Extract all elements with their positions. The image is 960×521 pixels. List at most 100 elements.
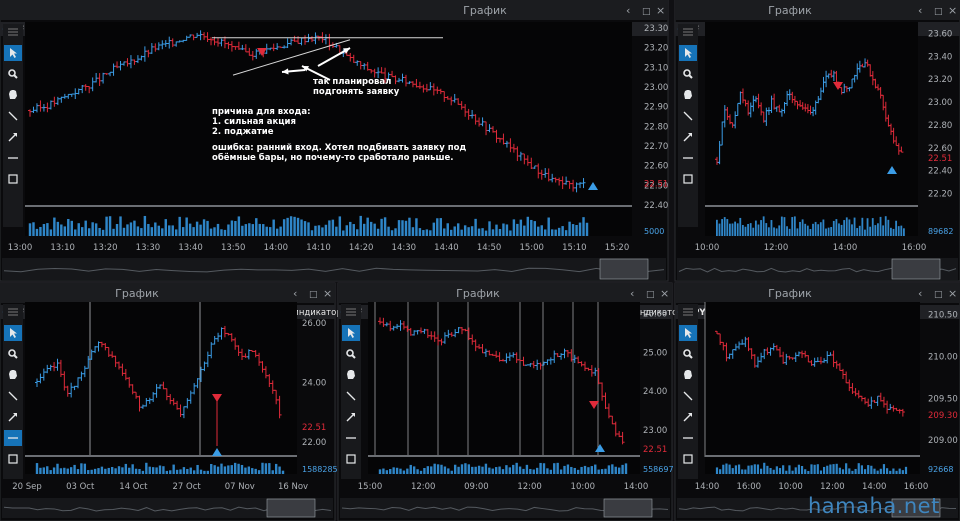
chart-panel-p1: График‹□×CF1 минутаБар+ Добавить индикат… <box>0 0 669 282</box>
volume-bar <box>822 466 826 474</box>
volume-bar <box>877 223 879 236</box>
maximize-icon[interactable]: □ <box>934 7 943 17</box>
close-icon[interactable]: × <box>948 287 957 300</box>
volume-bar <box>715 467 719 474</box>
volume-bar <box>467 227 470 236</box>
volume-bar <box>432 222 436 236</box>
x-tick-label: 12:00 <box>820 482 845 492</box>
back-icon[interactable]: ‹ <box>293 287 297 300</box>
maximize-icon[interactable]: □ <box>642 7 651 17</box>
volume-bar <box>467 464 471 474</box>
volume-scale-label: 92668 <box>928 465 953 474</box>
volume-bar <box>206 470 210 474</box>
volume-bar <box>126 224 129 236</box>
x-tick-label: 13:30 <box>136 243 161 253</box>
hand-pan-icon[interactable] <box>9 370 17 379</box>
volume-bar <box>202 219 206 236</box>
volume-bar <box>188 223 192 236</box>
volume-bar <box>804 223 807 236</box>
volume-bar <box>782 465 785 474</box>
volume-bar <box>230 220 234 236</box>
volume-bar <box>227 224 230 236</box>
volume-bar <box>749 223 752 236</box>
plot-area[interactable] <box>25 22 632 205</box>
volume-bar <box>394 228 397 236</box>
volume-bar <box>84 220 87 236</box>
volume-bar <box>216 223 220 236</box>
volume-bar <box>819 222 822 236</box>
volume-bar <box>744 469 747 474</box>
x-tick-label: 14:00 <box>833 243 858 253</box>
close-icon[interactable]: × <box>656 4 665 17</box>
x-tick-label: 14:00 <box>695 482 720 492</box>
volume-bar <box>145 462 148 474</box>
close-icon[interactable]: × <box>660 287 669 300</box>
x-tick-label: 12:00 <box>517 482 542 492</box>
volume-bar <box>804 469 807 474</box>
x-tick-label: 15:00 <box>519 243 544 253</box>
volume-bar <box>53 217 56 236</box>
hand-pan-icon[interactable] <box>684 90 692 99</box>
volume-bar <box>885 468 889 474</box>
volume-bar <box>271 470 274 474</box>
reason-note-title: причина для входа: <box>212 107 310 117</box>
x-tick-label: 10:00 <box>695 243 720 253</box>
x-tick-label: 27 Oct <box>172 482 201 492</box>
back-icon[interactable]: ‹ <box>918 287 922 300</box>
navigator-window[interactable] <box>266 498 316 518</box>
maximize-icon[interactable]: □ <box>646 290 655 300</box>
maximize-icon[interactable]: □ <box>309 290 318 300</box>
volume-bar <box>157 225 161 236</box>
volume-bar <box>317 225 321 236</box>
volume-bar <box>890 227 892 236</box>
volume-bar <box>143 215 147 236</box>
volume-bar <box>807 470 810 474</box>
volume-bar <box>164 219 167 236</box>
volume-bar <box>583 465 587 474</box>
volume-bar <box>151 467 155 474</box>
volume-bar <box>858 225 861 236</box>
x-tick-label: 13:20 <box>93 243 118 253</box>
volume-bar <box>882 464 886 474</box>
volume-bar <box>529 468 532 474</box>
volume-bar <box>867 465 870 474</box>
plot-area[interactable] <box>25 302 297 457</box>
navigator-window[interactable] <box>891 258 941 280</box>
volume-bar <box>335 226 338 236</box>
volume-bar <box>722 464 725 474</box>
back-icon[interactable]: ‹ <box>630 287 634 300</box>
volume-bar <box>460 464 464 474</box>
volume-bar <box>561 226 564 236</box>
back-icon[interactable]: ‹ <box>626 4 630 17</box>
volume-bar <box>423 468 426 474</box>
close-icon[interactable]: × <box>948 4 957 17</box>
x-tick-label: 10:00 <box>571 482 596 492</box>
hand-pan-icon[interactable] <box>684 370 692 379</box>
volume-bar <box>286 217 289 236</box>
volume-bar <box>573 467 576 474</box>
close-icon[interactable]: × <box>323 287 332 300</box>
plot-area[interactable] <box>368 302 640 457</box>
volume-bar <box>244 467 247 474</box>
hand-pan-icon[interactable] <box>9 90 17 99</box>
volume-bar <box>763 462 766 474</box>
volume-bar <box>460 229 463 236</box>
hand-pan-icon[interactable] <box>347 370 355 379</box>
volume-bar <box>515 462 518 474</box>
volume-bar <box>523 225 526 236</box>
x-tick-label: 16:00 <box>737 482 762 492</box>
navigator-window[interactable] <box>603 498 653 518</box>
navigator-window[interactable] <box>599 258 649 280</box>
maximize-icon[interactable]: □ <box>934 290 943 300</box>
back-icon[interactable]: ‹ <box>918 4 922 17</box>
volume-bar <box>331 219 335 236</box>
volume-bar <box>553 463 556 474</box>
plot-area[interactable] <box>705 302 920 457</box>
volume-bar <box>822 219 825 236</box>
volume-bar <box>196 464 199 474</box>
volume-bar <box>359 215 362 236</box>
volume-bar <box>93 468 97 474</box>
volume-bar <box>773 227 775 236</box>
panel-title-bar <box>338 283 672 303</box>
volume-bar <box>338 216 342 236</box>
